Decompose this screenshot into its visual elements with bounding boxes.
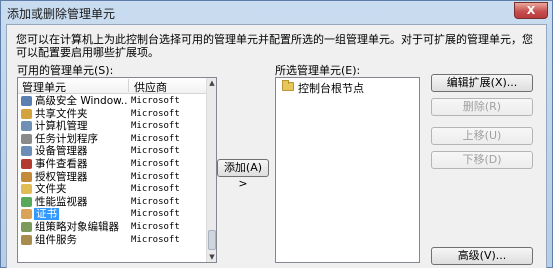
list-item[interactable]: 事件查看器 Microsoft	[18, 158, 206, 171]
snapin-vendor: Microsoft	[131, 133, 180, 144]
snapin-name: 授权管理器	[35, 170, 88, 183]
tree-node-label: 控制台根节点	[298, 82, 364, 95]
scroll-thumb[interactable]	[208, 230, 216, 250]
snapin-vendor: Microsoft	[131, 121, 180, 132]
move-down-button[interactable]: 下移(D)	[431, 151, 533, 169]
snapin-vendor: Microsoft	[131, 96, 180, 106]
snapin-icon	[21, 108, 32, 119]
snapin-name: 设备管理器	[35, 145, 88, 158]
list-item[interactable]: 组件服务 Microsoft	[18, 234, 206, 247]
snapin-icon	[21, 133, 32, 144]
snapin-icon	[21, 209, 32, 220]
list-item[interactable]: 授权管理器 Microsoft	[18, 171, 206, 184]
snapin-name: 任务计划程序	[35, 132, 98, 145]
list-item[interactable]: 证书 Microsoft	[18, 208, 206, 221]
scroll-down-arrow-icon[interactable]: ▼	[207, 252, 216, 262]
snapin-icon	[21, 96, 32, 106]
available-snapins-list[interactable]: 管理单元 供应商 高级安全 Window... Microsoft 共享文件夹 Mic…	[17, 77, 217, 263]
advanced-button[interactable]: 高级(V)...	[431, 247, 533, 265]
snapin-vendor: Microsoft	[131, 196, 180, 207]
snapin-vendor: Microsoft	[131, 184, 180, 195]
dialog-description: 您可以在计算机上为此控制台选择可用的管理单元并配置所选的一组管理单元。对于可扩展…	[16, 33, 533, 59]
snapin-name: 计算机管理	[35, 120, 88, 133]
snapin-dialog: 添加或删除管理单元 X 您可以在计算机上为此控制台选择可用的管理单元并配置所选的…	[0, 0, 553, 268]
window-title: 添加或删除管理单元	[7, 7, 116, 21]
selected-snapins-tree[interactable]: 控制台根节点	[275, 77, 420, 263]
snapin-name: 组件服务	[35, 233, 77, 246]
available-snapins-label: 可用的管理单元(S):	[17, 64, 114, 77]
column-header-name[interactable]: 管理单元	[22, 79, 66, 95]
snapin-name: 文件夹	[35, 183, 67, 196]
list-item[interactable]: 文件夹 Microsoft	[18, 183, 206, 196]
snapin-vendor: Microsoft	[131, 171, 180, 182]
list-rows: 高级安全 Window... Microsoft 共享文件夹 Microsoft 计算机…	[18, 95, 206, 246]
snapin-icon	[21, 221, 32, 232]
snapin-icon	[21, 184, 32, 195]
list-item[interactable]: 计算机管理 Microsoft	[18, 120, 206, 133]
snapin-icon	[21, 121, 32, 132]
list-item[interactable]: 高级安全 Window... Microsoft	[18, 95, 206, 108]
edit-extensions-button[interactable]: 编辑扩展(X)...	[431, 74, 533, 92]
snapin-icon	[21, 171, 32, 182]
snapin-name: 共享文件夹	[35, 107, 88, 120]
remove-button[interactable]: 删除(R)	[431, 98, 533, 116]
list-header: 管理单元 供应商	[18, 78, 206, 94]
snapin-name: 高级安全 Window...	[35, 95, 127, 107]
list-item[interactable]: 性能监视器 Microsoft	[18, 196, 206, 209]
list-item[interactable]: 组策略对象编辑器 Microsoft	[18, 221, 206, 234]
selected-snapins-label: 所选管理单元(E):	[275, 64, 361, 77]
snapin-icon	[21, 196, 32, 207]
snapin-vendor: Microsoft	[131, 221, 180, 232]
snapin-icon	[21, 234, 32, 245]
snapin-vendor: Microsoft	[131, 158, 180, 169]
snapin-vendor: Microsoft	[131, 108, 180, 119]
move-up-button[interactable]: 上移(U)	[431, 127, 533, 145]
add-button[interactable]: 添加(A) >	[217, 159, 269, 190]
list-item[interactable]: 任务计划程序 Microsoft	[18, 133, 206, 146]
snapin-icon	[21, 146, 32, 157]
column-header-vendor[interactable]: 供应商	[134, 79, 167, 95]
close-button[interactable]: X	[514, 2, 548, 19]
list-item[interactable]: 设备管理器 Microsoft	[18, 145, 206, 158]
snapin-name: 证书	[34, 208, 59, 221]
snapin-name: 事件查看器	[35, 157, 88, 170]
snapin-name: 性能监视器	[35, 195, 88, 208]
title-bar[interactable]: 添加或删除管理单元 X	[1, 1, 552, 23]
snapin-vendor: Microsoft	[131, 209, 180, 220]
scroll-up-arrow-icon[interactable]: ▲	[207, 78, 216, 88]
folder-icon	[282, 80, 294, 91]
column-divider[interactable]	[128, 79, 129, 92]
list-item[interactable]: 共享文件夹 Microsoft	[18, 108, 206, 121]
snapin-icon	[21, 158, 32, 169]
vertical-scrollbar[interactable]: ▲ ▼	[206, 78, 216, 262]
snapin-name: 组策略对象编辑器	[35, 220, 119, 233]
dialog-body: 您可以在计算机上为此控制台选择可用的管理单元并配置所选的一组管理单元。对于可扩展…	[6, 24, 547, 268]
snapin-vendor: Microsoft	[131, 146, 180, 157]
snapin-vendor: Microsoft	[131, 234, 180, 245]
